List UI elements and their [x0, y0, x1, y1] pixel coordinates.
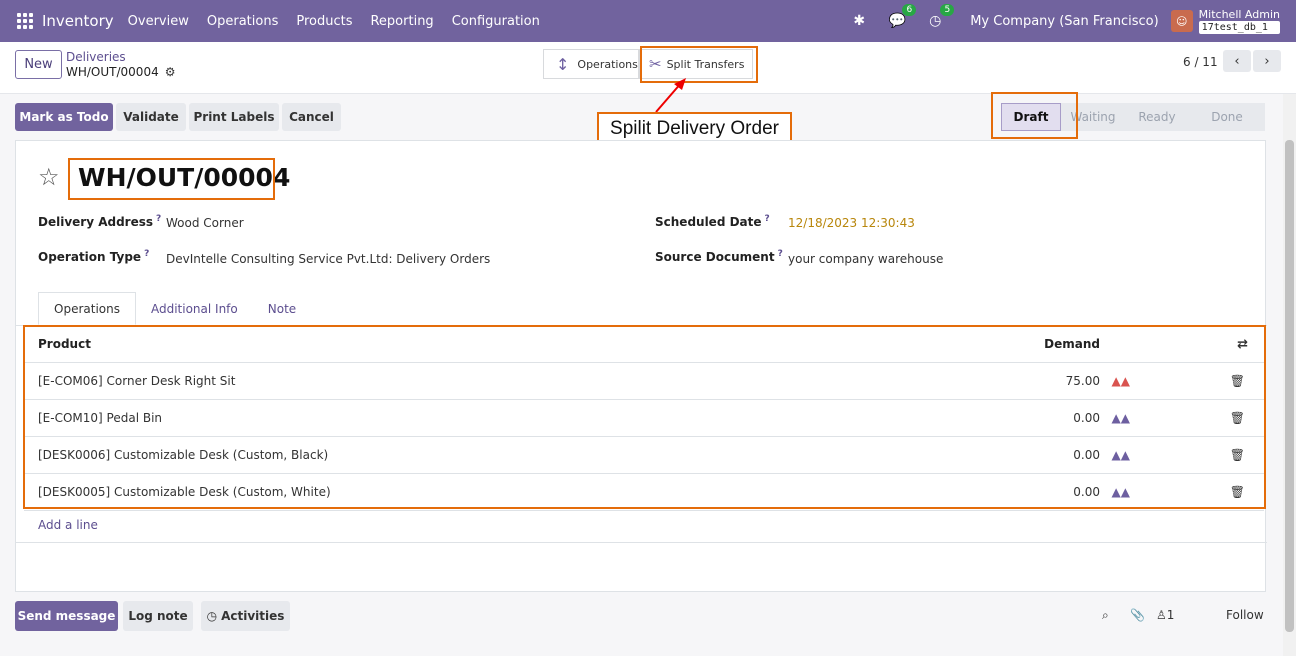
clock-icon: ◷	[206, 609, 218, 623]
chevron-left-icon: ‹	[1234, 53, 1240, 69]
paperclip-icon[interactable]: 📎	[1130, 608, 1145, 622]
app-name[interactable]: Inventory	[42, 12, 114, 30]
app-grid-icon[interactable]	[17, 13, 33, 29]
breadcrumb-deliveries[interactable]: Deliveries	[66, 50, 126, 64]
annotation-arrow	[655, 78, 686, 113]
validate-button[interactable]: Validate	[116, 103, 186, 131]
user-name: Mitchell Admin	[1198, 8, 1280, 21]
user-avatar[interactable]: ☺	[1170, 10, 1193, 32]
source-document-label: Source Document?	[655, 249, 783, 264]
activities-button[interactable]: ◷ Activities	[201, 601, 290, 631]
send-message-button[interactable]: Send message	[15, 601, 118, 631]
operations-smart-button[interactable]: ↕ Operations	[543, 49, 639, 79]
scheduled-date-field[interactable]: 12/18/2023 12:30:43	[788, 216, 915, 230]
followers-count: 1	[1166, 608, 1175, 622]
source-document-label-text: Source Document	[655, 250, 775, 264]
activities-label: Activities	[221, 609, 285, 623]
help-icon[interactable]: ?	[778, 249, 783, 259]
table-highlight	[23, 325, 1266, 509]
help-icon[interactable]: ?	[156, 214, 161, 224]
status-ready[interactable]: Ready	[1125, 103, 1189, 131]
follow-button[interactable]: Follow	[1226, 608, 1264, 622]
tab-additional-info[interactable]: Additional Info	[136, 292, 253, 325]
star-icon[interactable]: ☆	[38, 163, 60, 191]
source-document-field[interactable]: your company warehouse	[788, 252, 943, 266]
activities-badge: 5	[940, 4, 955, 16]
title-highlight	[68, 158, 275, 200]
help-icon[interactable]: ?	[144, 249, 149, 259]
user-menu[interactable]: Mitchell Admin 17test_db_1	[1198, 8, 1280, 34]
menu-operations[interactable]: Operations	[207, 14, 278, 29]
sheet-divider	[16, 542, 1267, 543]
menu-products[interactable]: Products	[296, 14, 352, 29]
followers-button[interactable]: ♙1	[1156, 608, 1174, 622]
chevron-right-icon: ›	[1264, 53, 1270, 69]
scheduled-date-label: Scheduled Date?	[655, 214, 770, 229]
breadcrumb-current-label: WH/OUT/00004	[66, 65, 159, 79]
new-button[interactable]: New	[15, 50, 62, 79]
messages-icon[interactable]: 💬 6	[888, 4, 917, 30]
help-icon[interactable]: ?	[765, 214, 770, 224]
top-navbar: Inventory Overview Operations Products R…	[0, 0, 1296, 42]
database-name: 17test_db_1	[1198, 21, 1280, 34]
scrollbar-thumb[interactable]	[1285, 140, 1294, 632]
menu-overview[interactable]: Overview	[128, 14, 189, 29]
bug-icon[interactable]: ✱	[850, 12, 868, 30]
updown-arrows-icon: ↕	[556, 54, 570, 74]
log-note-button[interactable]: Log note	[123, 601, 193, 631]
user-icon: ♙	[1156, 608, 1167, 622]
pager-next-button[interactable]: ›	[1253, 50, 1281, 72]
messages-badge: 6	[902, 4, 917, 16]
menu-configuration[interactable]: Configuration	[452, 14, 540, 29]
gear-icon[interactable]: ⚙	[165, 65, 176, 79]
company-switcher[interactable]: My Company (San Francisco)	[970, 14, 1158, 29]
operation-type-label-text: Operation Type	[38, 250, 142, 264]
operations-smart-label: Operations	[577, 57, 638, 71]
pager-previous-button[interactable]: ‹	[1223, 50, 1251, 72]
pager-value[interactable]: 6 / 11	[1183, 55, 1218, 69]
print-labels-button[interactable]: Print Labels	[189, 103, 279, 131]
cancel-button[interactable]: Cancel	[282, 103, 341, 131]
menu-reporting[interactable]: Reporting	[370, 14, 433, 29]
status-done[interactable]: Done	[1189, 103, 1265, 131]
mark-as-todo-button[interactable]: Mark as Todo	[15, 103, 113, 131]
draft-status-highlight	[991, 92, 1078, 139]
add-line-link[interactable]: Add a line	[38, 518, 98, 532]
tab-note[interactable]: Note	[253, 292, 311, 325]
delivery-address-label-text: Delivery Address	[38, 215, 154, 229]
operation-type-label: Operation Type?	[38, 249, 149, 264]
activities-clock-icon[interactable]: ◷ 5	[926, 4, 955, 30]
tab-operations[interactable]: Operations	[38, 292, 136, 325]
search-icon[interactable]: ⌕	[1102, 608, 1109, 623]
notebook-tabs: Operations Additional Info Note	[38, 292, 311, 325]
breadcrumb-current: WH/OUT/00004 ⚙	[66, 65, 175, 79]
scrollbar[interactable]	[1283, 94, 1296, 656]
delivery-address-field[interactable]: Wood Corner	[166, 216, 244, 230]
operation-type-field[interactable]: DevIntelle Consulting Service Pvt.Ltd: D…	[166, 252, 490, 266]
scheduled-date-label-text: Scheduled Date	[655, 215, 762, 229]
delivery-address-label: Delivery Address?	[38, 214, 161, 229]
